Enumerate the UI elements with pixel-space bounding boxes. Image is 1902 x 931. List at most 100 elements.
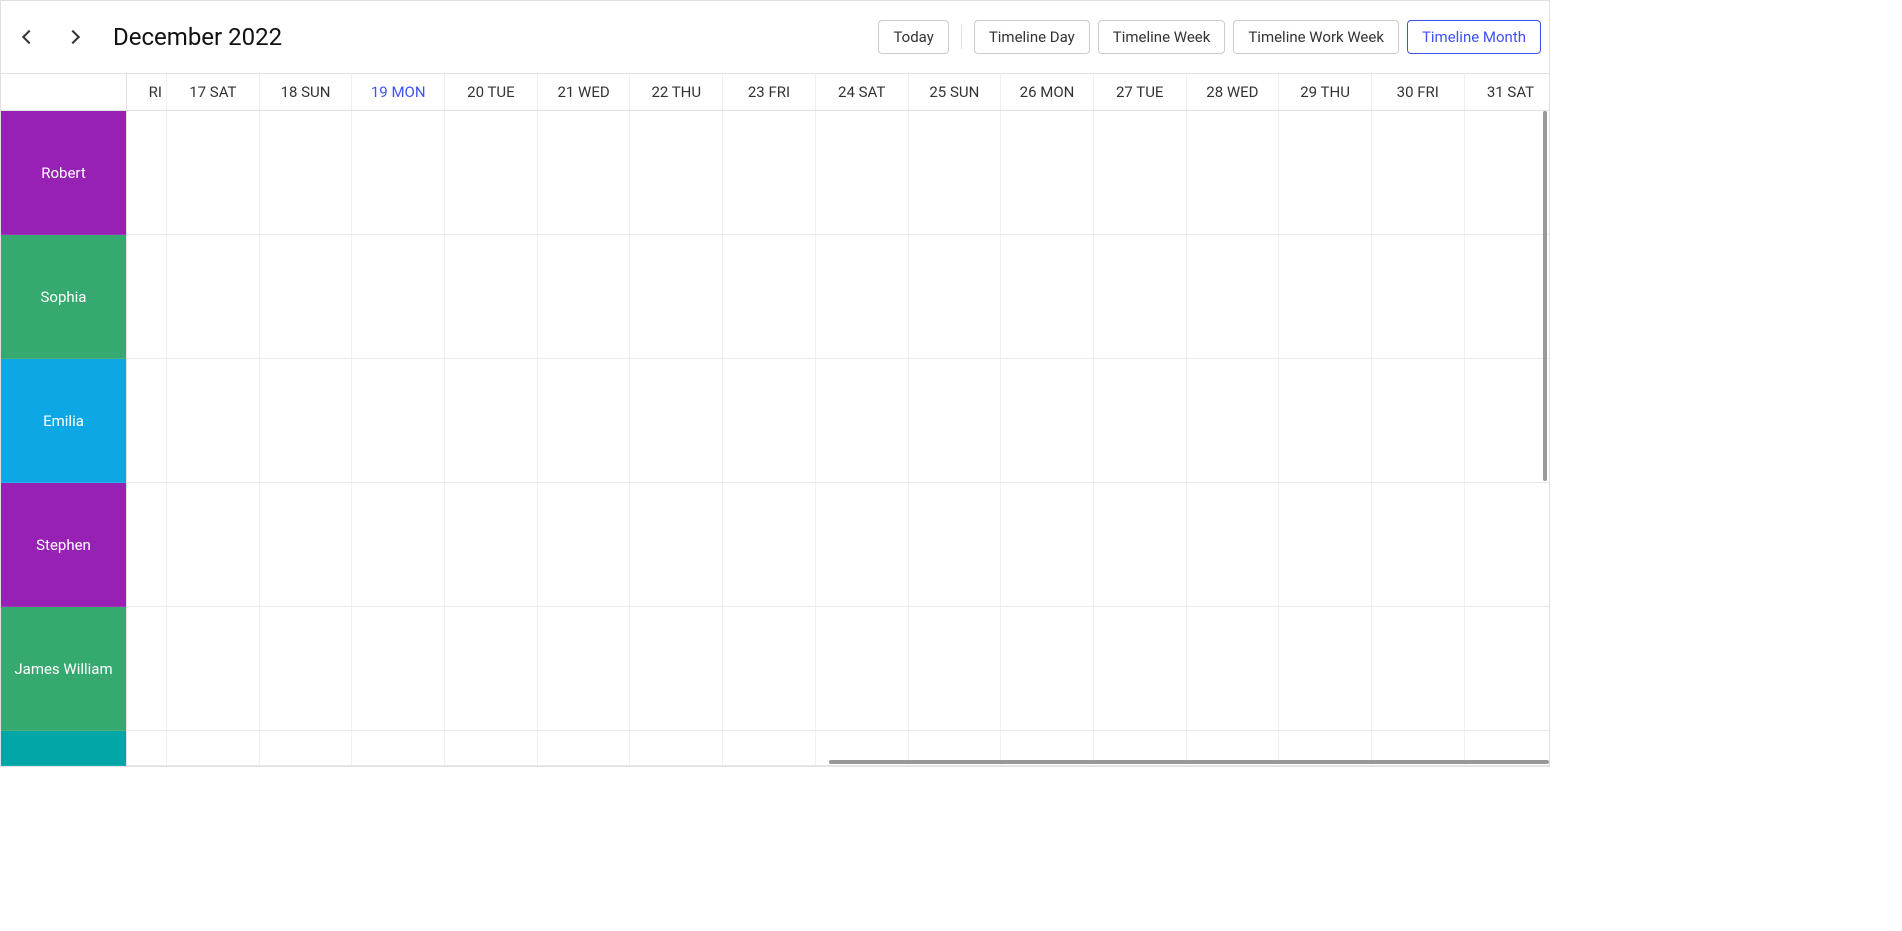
timeline-cell[interactable] <box>723 111 816 234</box>
timeline-cell[interactable] <box>630 731 723 765</box>
date-header-cell[interactable]: 17 SAT <box>167 74 260 110</box>
timeline-cell[interactable] <box>260 359 353 482</box>
timeline-cell[interactable] <box>816 359 909 482</box>
timeline-cell[interactable] <box>1372 607 1465 730</box>
timeline-cell[interactable] <box>1372 483 1465 606</box>
timeline-cell[interactable] <box>127 235 167 358</box>
timeline-cell[interactable] <box>1279 607 1372 730</box>
timeline-cell[interactable] <box>1372 235 1465 358</box>
timeline-cell[interactable] <box>260 731 353 765</box>
timeline-cell[interactable] <box>1279 235 1372 358</box>
timeline-cell[interactable] <box>723 235 816 358</box>
timeline-cell[interactable] <box>723 731 816 765</box>
timeline-cell[interactable] <box>816 483 909 606</box>
timeline-cell[interactable] <box>1094 359 1187 482</box>
date-header-cell[interactable]: 27 TUE <box>1094 74 1187 110</box>
timeline-cell[interactable] <box>630 359 723 482</box>
timeline-cell[interactable] <box>630 235 723 358</box>
timeline-cell[interactable] <box>1187 111 1280 234</box>
timeline-cell[interactable] <box>1094 483 1187 606</box>
timeline-cell[interactable] <box>352 731 445 765</box>
date-header-cell[interactable]: 21 WED <box>538 74 631 110</box>
timeline-cell[interactable] <box>167 731 260 765</box>
timeline-cell[interactable] <box>1001 607 1094 730</box>
timeline-cell[interactable] <box>1187 483 1280 606</box>
resource-cell[interactable]: Sophia <box>1 235 126 359</box>
timeline-cell[interactable] <box>816 111 909 234</box>
date-header-cell[interactable]: 25 SUN <box>909 74 1002 110</box>
timeline-cell[interactable] <box>1372 111 1465 234</box>
resource-cell[interactable]: Robert <box>1 111 126 235</box>
timeline-cell[interactable] <box>1187 235 1280 358</box>
timeline-cell[interactable] <box>538 731 631 765</box>
timeline-row[interactable] <box>127 235 1549 359</box>
timeline-cell[interactable] <box>723 483 816 606</box>
timeline-cell[interactable] <box>167 235 260 358</box>
date-header-cell[interactable]: 29 THU <box>1279 74 1372 110</box>
timeline-cell[interactable] <box>909 235 1002 358</box>
timeline-cell[interactable] <box>445 235 538 358</box>
timeline-cell[interactable] <box>445 359 538 482</box>
timeline-cell[interactable] <box>723 607 816 730</box>
resource-cell[interactable]: Stephen <box>1 483 126 607</box>
timeline-cell[interactable] <box>352 235 445 358</box>
timeline-row[interactable] <box>127 359 1549 483</box>
timeline-cell[interactable] <box>538 235 631 358</box>
timeline-cell[interactable] <box>1465 607 1549 730</box>
timeline-cell[interactable] <box>127 359 167 482</box>
date-header-cell[interactable]: 26 MON <box>1001 74 1094 110</box>
timeline-cell[interactable] <box>909 111 1002 234</box>
timeline-cell[interactable] <box>538 483 631 606</box>
timeline-cell[interactable] <box>1465 111 1549 234</box>
timeline-row[interactable] <box>127 607 1549 731</box>
timeline-cell[interactable] <box>1465 483 1549 606</box>
timeline-cell[interactable] <box>1001 483 1094 606</box>
timeline-row[interactable] <box>127 111 1549 235</box>
timeline-cell[interactable] <box>1001 111 1094 234</box>
date-header-cell[interactable]: 22 THU <box>630 74 723 110</box>
date-header-cell[interactable]: 23 FRI <box>723 74 816 110</box>
timeline-cell[interactable] <box>1279 483 1372 606</box>
timeline-cell[interactable] <box>909 483 1002 606</box>
resource-cell[interactable] <box>1 731 126 766</box>
timeline-cell[interactable] <box>352 111 445 234</box>
today-button[interactable]: Today <box>878 20 948 54</box>
timeline-cell[interactable] <box>352 483 445 606</box>
timeline-cell[interactable] <box>630 483 723 606</box>
date-range-title[interactable]: December 2022 <box>113 23 282 51</box>
timeline-cell[interactable] <box>909 359 1002 482</box>
vertical-scrollbar[interactable] <box>1543 111 1547 481</box>
timeline-cell[interactable] <box>167 607 260 730</box>
next-button[interactable] <box>53 17 93 57</box>
view-button-timeline-work-week[interactable]: Timeline Work Week <box>1233 20 1399 54</box>
timeline-cell[interactable] <box>723 359 816 482</box>
timeline-cell[interactable] <box>260 111 353 234</box>
timeline-cell[interactable] <box>538 111 631 234</box>
prev-button[interactable] <box>9 17 49 57</box>
timeline-cell[interactable] <box>167 483 260 606</box>
timeline-cell[interactable] <box>445 483 538 606</box>
timeline-cell[interactable] <box>352 359 445 482</box>
timeline-cell[interactable] <box>127 731 167 765</box>
timeline-cell[interactable] <box>167 359 260 482</box>
view-button-timeline-day[interactable]: Timeline Day <box>974 20 1090 54</box>
timeline-cell[interactable] <box>909 607 1002 730</box>
timeline-cell[interactable] <box>538 607 631 730</box>
timeline-cell[interactable] <box>167 111 260 234</box>
timeline-cell[interactable] <box>1001 359 1094 482</box>
timeline-cell[interactable] <box>1279 111 1372 234</box>
view-button-timeline-week[interactable]: Timeline Week <box>1098 20 1226 54</box>
timeline-cell[interactable] <box>260 607 353 730</box>
timeline-cell[interactable] <box>445 731 538 765</box>
date-header-cell[interactable]: RI <box>127 74 167 110</box>
resource-cell[interactable]: James William <box>1 607 126 731</box>
timeline-cell[interactable] <box>1001 235 1094 358</box>
timeline-cell[interactable] <box>630 111 723 234</box>
timeline-cell[interactable] <box>1465 235 1549 358</box>
view-button-timeline-month[interactable]: Timeline Month <box>1407 20 1541 54</box>
date-header-cell[interactable]: 20 TUE <box>445 74 538 110</box>
date-header-cell[interactable]: 18 SUN <box>260 74 353 110</box>
date-header-cell[interactable]: 24 SAT <box>816 74 909 110</box>
date-header-cell[interactable]: 30 FRI <box>1372 74 1465 110</box>
date-header-cell[interactable]: 31 SAT <box>1465 74 1549 110</box>
